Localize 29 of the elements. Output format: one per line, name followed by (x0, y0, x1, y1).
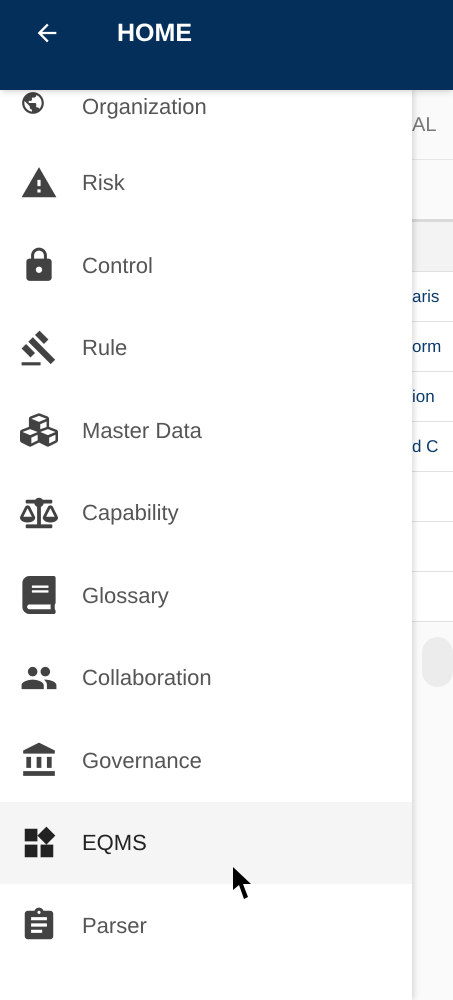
globe-icon (20, 90, 46, 116)
drawer-item[interactable]: EQMS (0, 802, 412, 884)
table-cell-text: ion (412, 386, 435, 408)
drawer-item[interactable]: Organization (0, 90, 412, 142)
tab-label[interactable]: AL (412, 110, 436, 140)
table-cell-text: aris (412, 286, 440, 308)
gavel-icon (20, 328, 58, 367)
drawer-item[interactable]: Capability (0, 472, 412, 554)
table-row[interactable] (412, 472, 453, 522)
table-header (412, 222, 453, 272)
drawer-item[interactable]: Governance (0, 719, 412, 802)
drawer-item[interactable]: Glossary (0, 554, 412, 636)
table-cell-text: d C (412, 436, 438, 458)
table-row[interactable]: orm (412, 322, 453, 372)
drawer-item[interactable]: Risk (0, 142, 412, 224)
cubes-icon (20, 411, 58, 450)
drawer-item[interactable]: Collaboration (0, 636, 412, 719)
table-row[interactable]: ion (412, 372, 453, 422)
table-row[interactable] (412, 522, 453, 572)
drawer-item[interactable]: Master Data (0, 389, 412, 472)
drawer-item[interactable]: Control (0, 224, 412, 306)
book-icon (20, 576, 58, 614)
table-row[interactable] (412, 572, 453, 622)
drawer-item[interactable]: Parser (0, 884, 412, 966)
drawer-item[interactable]: Rule (0, 306, 412, 389)
table-row[interactable]: d C (412, 422, 453, 472)
table-row[interactable]: aris (412, 272, 453, 322)
table-cell-text: orm (412, 336, 442, 358)
header-title: HOME (117, 18, 192, 49)
